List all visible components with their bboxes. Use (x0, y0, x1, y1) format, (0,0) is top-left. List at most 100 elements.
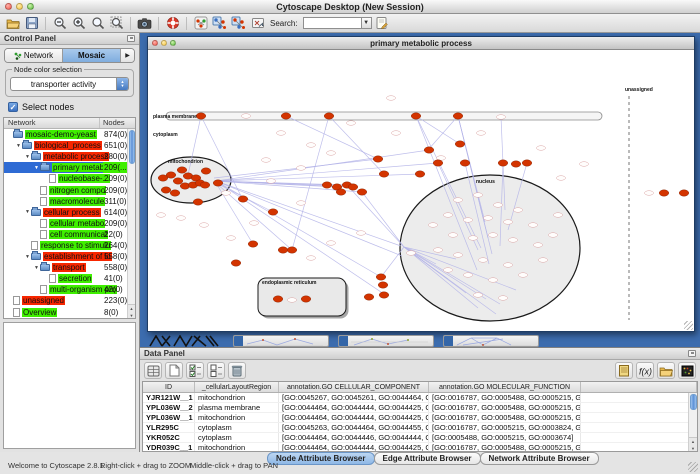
node-label[interactable] (327, 151, 336, 156)
network-node[interactable] (177, 167, 187, 173)
select-nodes-checkbox[interactable]: ✓ (8, 102, 18, 112)
network-node[interactable] (424, 147, 434, 153)
network-edge[interactable] (329, 116, 384, 174)
birdseye-overview-panel[interactable] (3, 322, 136, 449)
data-panel-float-icon[interactable] (688, 350, 696, 357)
network-node[interactable] (231, 260, 241, 266)
network-edge[interactable] (347, 185, 404, 247)
node-label[interactable] (262, 158, 271, 163)
tree-row[interactable]: nitrogen compo209(0) (4, 184, 135, 195)
network-node[interactable] (415, 171, 425, 177)
minimized-window-thumbnail[interactable] (233, 335, 329, 347)
network-edge[interactable] (428, 116, 458, 150)
network-window-resize-grip[interactable] (684, 321, 693, 330)
tab-node-attribute-browser[interactable]: Node Attribute Browser (267, 452, 375, 465)
network-edge[interactable] (216, 174, 420, 181)
node-label[interactable] (250, 221, 259, 226)
annotation-icon[interactable] (374, 15, 391, 31)
tab-edge-attribute-browser[interactable]: Edge Attribute Browser (374, 452, 481, 465)
network-node[interactable] (679, 190, 689, 196)
new-attribute-icon[interactable] (165, 362, 183, 379)
node-label[interactable] (539, 258, 548, 263)
node-label[interactable] (499, 296, 508, 301)
tree-expand-arrow-icon[interactable]: ▼ (24, 209, 31, 215)
app-resize-grip[interactable] (688, 462, 698, 472)
node-label[interactable] (444, 268, 453, 273)
node-label[interactable] (434, 248, 443, 253)
layout-nodes-icon-2[interactable] (230, 15, 247, 31)
network-node[interactable] (336, 189, 346, 195)
network-window-titlebar[interactable]: primary metabolic process (148, 37, 694, 50)
zoom-fit-icon[interactable] (108, 15, 125, 31)
network-edge[interactable] (216, 181, 402, 256)
search-input[interactable] (303, 17, 361, 29)
create-view-icon[interactable] (249, 15, 266, 31)
node-color-dropdown[interactable]: transporter activity ▲▼ (10, 77, 129, 91)
network-edge[interactable] (214, 159, 378, 178)
node-label[interactable] (534, 243, 543, 248)
tab-network[interactable]: Network (5, 49, 63, 62)
network-node[interactable] (348, 184, 358, 190)
network-node[interactable] (278, 247, 288, 253)
node-label[interactable] (297, 201, 306, 206)
tree-row[interactable]: secretion41(0) (4, 273, 135, 284)
node-label[interactable] (489, 278, 498, 283)
table-row[interactable]: YJR121W__1mitochondrion[GO:0045267, GO:0… (143, 393, 697, 403)
region-plasma-membrane[interactable] (166, 112, 602, 120)
node-label[interactable] (474, 193, 483, 198)
node-label[interactable] (227, 236, 236, 241)
tree-scrollbar-thumb[interactable] (129, 130, 135, 164)
search-dropdown-arrow-icon[interactable]: ▼ (361, 17, 372, 29)
control-panel-float-icon[interactable] (127, 35, 135, 42)
network-edge[interactable] (381, 247, 404, 277)
network-node[interactable] (379, 292, 389, 298)
node-label[interactable] (387, 96, 396, 101)
tab-mosaic[interactable]: Mosaic (63, 49, 121, 62)
table-column-header[interactable]: _cellularLayoutRegion (195, 382, 279, 392)
network-node[interactable] (201, 168, 211, 174)
table-column-header[interactable]: ID (143, 382, 195, 392)
network-node[interactable] (322, 182, 332, 188)
table-column-header[interactable]: annotation.GO MOLECULAR_FUNCTION (429, 382, 581, 392)
network-overview-icon[interactable] (192, 15, 209, 31)
table-row[interactable]: YDR039C__1mitochondrion[GO:0044464, GO:0… (143, 443, 697, 452)
network-node[interactable] (173, 178, 183, 184)
node-label[interactable] (477, 131, 486, 136)
minimized-window-thumbnail[interactable] (443, 335, 539, 347)
import-attributes-icon[interactable] (657, 362, 675, 379)
tab-overflow-arrow-icon[interactable]: ▶ (121, 49, 134, 62)
network-node[interactable] (170, 190, 180, 196)
node-label[interactable] (484, 216, 493, 221)
network-edge[interactable] (216, 163, 438, 181)
tree-row[interactable]: macromolecule311(0) (4, 196, 135, 207)
network-node[interactable] (273, 296, 283, 302)
network-node[interactable] (268, 209, 278, 215)
node-label[interactable] (222, 191, 231, 196)
node-label[interactable] (519, 273, 528, 278)
node-label[interactable] (514, 208, 523, 213)
node-label[interactable] (554, 213, 563, 218)
table-scrollbar-thumb[interactable] (690, 394, 697, 410)
tab-network-attribute-browser[interactable]: Network Attribute Browser (480, 452, 599, 465)
network-node[interactable] (248, 241, 258, 247)
zoom-in-icon[interactable] (70, 15, 87, 31)
node-label[interactable] (297, 166, 306, 171)
node-label[interactable] (307, 256, 316, 261)
node-label[interactable] (392, 131, 401, 136)
network-edge[interactable] (362, 192, 404, 247)
node-label[interactable] (407, 251, 416, 256)
layout-nodes-icon-1[interactable] (211, 15, 228, 31)
network-node[interactable] (373, 156, 383, 162)
table-row[interactable]: YKR052Ccytoplasm[GO:0044464, GO:0044446,… (143, 433, 697, 443)
node-label[interactable] (177, 216, 186, 221)
table-column-header[interactable]: annotation.GO CELLULAR_COMPONENT (279, 382, 429, 392)
tree-expand-arrow-icon[interactable]: ▼ (24, 254, 31, 260)
network-node[interactable] (281, 113, 291, 119)
node-label[interactable] (489, 233, 498, 238)
attribute-table-icon[interactable] (144, 362, 162, 379)
table-row[interactable]: YPL036W__2plasma membrane[GO:0044464, GO… (143, 403, 697, 413)
node-label[interactable] (454, 198, 463, 203)
network-node[interactable] (158, 175, 168, 181)
tree-row[interactable]: ▼transport558(0) (4, 262, 135, 273)
tree-row[interactable]: cellular metabo209(0) (4, 218, 135, 229)
